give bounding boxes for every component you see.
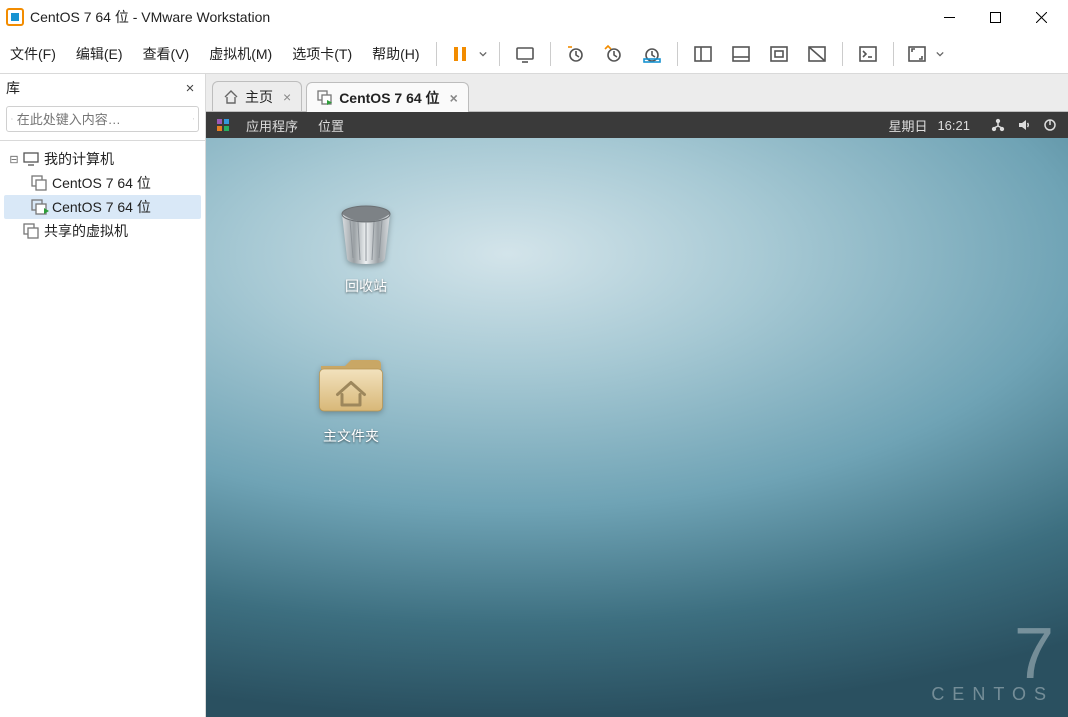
toolbar-revert-snapshot-button[interactable] bbox=[597, 38, 631, 70]
tree-label: 我的计算机 bbox=[44, 149, 114, 169]
library-search-input[interactable] bbox=[17, 112, 193, 127]
separator bbox=[842, 42, 843, 66]
toolbar-send-ctrl-alt-del-button[interactable] bbox=[508, 38, 542, 70]
play-badge-icon bbox=[44, 208, 49, 214]
window-close-button[interactable] bbox=[1018, 2, 1064, 32]
library-pane: 库 × ⊟ 我的计算机 CentOS 7 64 位 CentOS 7 64 位 bbox=[0, 74, 206, 717]
window-titlebar: CentOS 7 64 位 - VMware Workstation bbox=[0, 0, 1068, 34]
vm-icon bbox=[30, 174, 48, 192]
tab-home[interactable]: 主页 × bbox=[212, 81, 302, 111]
tab-current-vm[interactable]: CentOS 7 64 位 × bbox=[306, 82, 469, 112]
library-close-button[interactable]: × bbox=[181, 80, 199, 97]
toolbar-manage-snapshot-button[interactable] bbox=[635, 38, 669, 70]
tree-label: CentOS 7 64 位 bbox=[52, 173, 151, 193]
shared-vm-icon bbox=[22, 222, 40, 240]
menu-file[interactable]: 文件(F) bbox=[0, 38, 66, 70]
separator bbox=[893, 42, 894, 66]
separator bbox=[677, 42, 678, 66]
tree-node-shared[interactable]: 共享的虚拟机 bbox=[4, 219, 201, 243]
tree-node-vm[interactable]: CentOS 7 64 位 bbox=[4, 171, 201, 195]
tree-label: CentOS 7 64 位 bbox=[52, 197, 151, 217]
vmware-icon bbox=[6, 8, 24, 26]
toolbar-thumbnail-button[interactable] bbox=[724, 38, 758, 70]
desktop-icon-label: 主文件夹 bbox=[323, 426, 379, 446]
power-icon[interactable] bbox=[1042, 117, 1058, 133]
desktop-trash[interactable]: 回收站 bbox=[306, 198, 426, 296]
toolbar-fullscreen-button[interactable] bbox=[902, 38, 948, 70]
menu-vm[interactable]: 虚拟机(M) bbox=[199, 38, 282, 70]
trash-icon bbox=[330, 198, 402, 270]
menu-view[interactable]: 查看(V) bbox=[133, 38, 200, 70]
gnome-places-menu[interactable]: 位置 bbox=[308, 116, 354, 135]
toolbar-snapshot-button[interactable] bbox=[559, 38, 593, 70]
library-tree: ⊟ 我的计算机 CentOS 7 64 位 CentOS 7 64 位 共享的虚… bbox=[0, 141, 205, 249]
collapse-icon[interactable]: ⊟ bbox=[8, 153, 20, 166]
tab-label: 主页 bbox=[245, 87, 273, 107]
tab-strip: 主页 × CentOS 7 64 位 × bbox=[206, 74, 1068, 112]
gnome-applications-menu[interactable]: 应用程序 bbox=[236, 116, 308, 135]
window-title: CentOS 7 64 位 - VMware Workstation bbox=[30, 7, 926, 27]
desktop-icon-label: 回收站 bbox=[345, 276, 387, 296]
window-minimize-button[interactable] bbox=[926, 2, 972, 32]
dropdown-icon[interactable] bbox=[193, 114, 194, 124]
library-title: 库 bbox=[6, 78, 181, 98]
toolbar-fit-guest-button[interactable] bbox=[762, 38, 796, 70]
gnome-day-label[interactable]: 星期日 bbox=[878, 116, 937, 135]
monitor-icon bbox=[22, 150, 40, 168]
centos-version: 7 bbox=[931, 626, 1054, 684]
network-icon[interactable] bbox=[990, 117, 1006, 133]
desktop-home-folder[interactable]: 主文件夹 bbox=[291, 348, 411, 446]
tab-close-button[interactable]: × bbox=[283, 89, 291, 105]
window-maximize-button[interactable] bbox=[972, 2, 1018, 32]
vm-running-icon bbox=[317, 90, 333, 106]
guest-desktop[interactable]: 回收站 bbox=[206, 138, 1068, 717]
toolbar-show-library-button[interactable] bbox=[686, 38, 720, 70]
volume-icon[interactable] bbox=[1016, 117, 1032, 133]
centos-name: CENTOS bbox=[931, 684, 1054, 705]
search-icon bbox=[11, 112, 13, 126]
menu-edit[interactable]: 编辑(E) bbox=[66, 38, 133, 70]
menu-tabs[interactable]: 选项卡(T) bbox=[282, 38, 362, 70]
separator bbox=[499, 42, 500, 66]
separator bbox=[550, 42, 551, 66]
centos-logo-icon bbox=[216, 118, 230, 132]
toolbar-pause-button[interactable] bbox=[445, 38, 491, 70]
toolbar-console-button[interactable] bbox=[851, 38, 885, 70]
tree-node-vm-active[interactable]: CentOS 7 64 位 bbox=[4, 195, 201, 219]
folder-home-icon bbox=[315, 348, 387, 420]
gnome-clock[interactable]: 16:21 bbox=[937, 118, 980, 133]
library-search[interactable] bbox=[6, 106, 199, 132]
tab-close-button[interactable]: × bbox=[450, 90, 458, 106]
tree-node-my-computer[interactable]: ⊟ 我的计算机 bbox=[4, 147, 201, 171]
tree-label: 共享的虚拟机 bbox=[44, 221, 128, 241]
separator bbox=[436, 42, 437, 66]
centos-watermark: 7 CENTOS bbox=[931, 626, 1054, 705]
toolbar-free-stretch-button[interactable] bbox=[800, 38, 834, 70]
gnome-top-bar: 应用程序 位置 星期日 16:21 bbox=[206, 112, 1068, 138]
home-icon bbox=[223, 89, 239, 105]
menubar: 文件(F) 编辑(E) 查看(V) 虚拟机(M) 选项卡(T) 帮助(H) bbox=[0, 34, 1068, 74]
tab-label: CentOS 7 64 位 bbox=[339, 88, 439, 108]
menu-help[interactable]: 帮助(H) bbox=[362, 38, 429, 70]
